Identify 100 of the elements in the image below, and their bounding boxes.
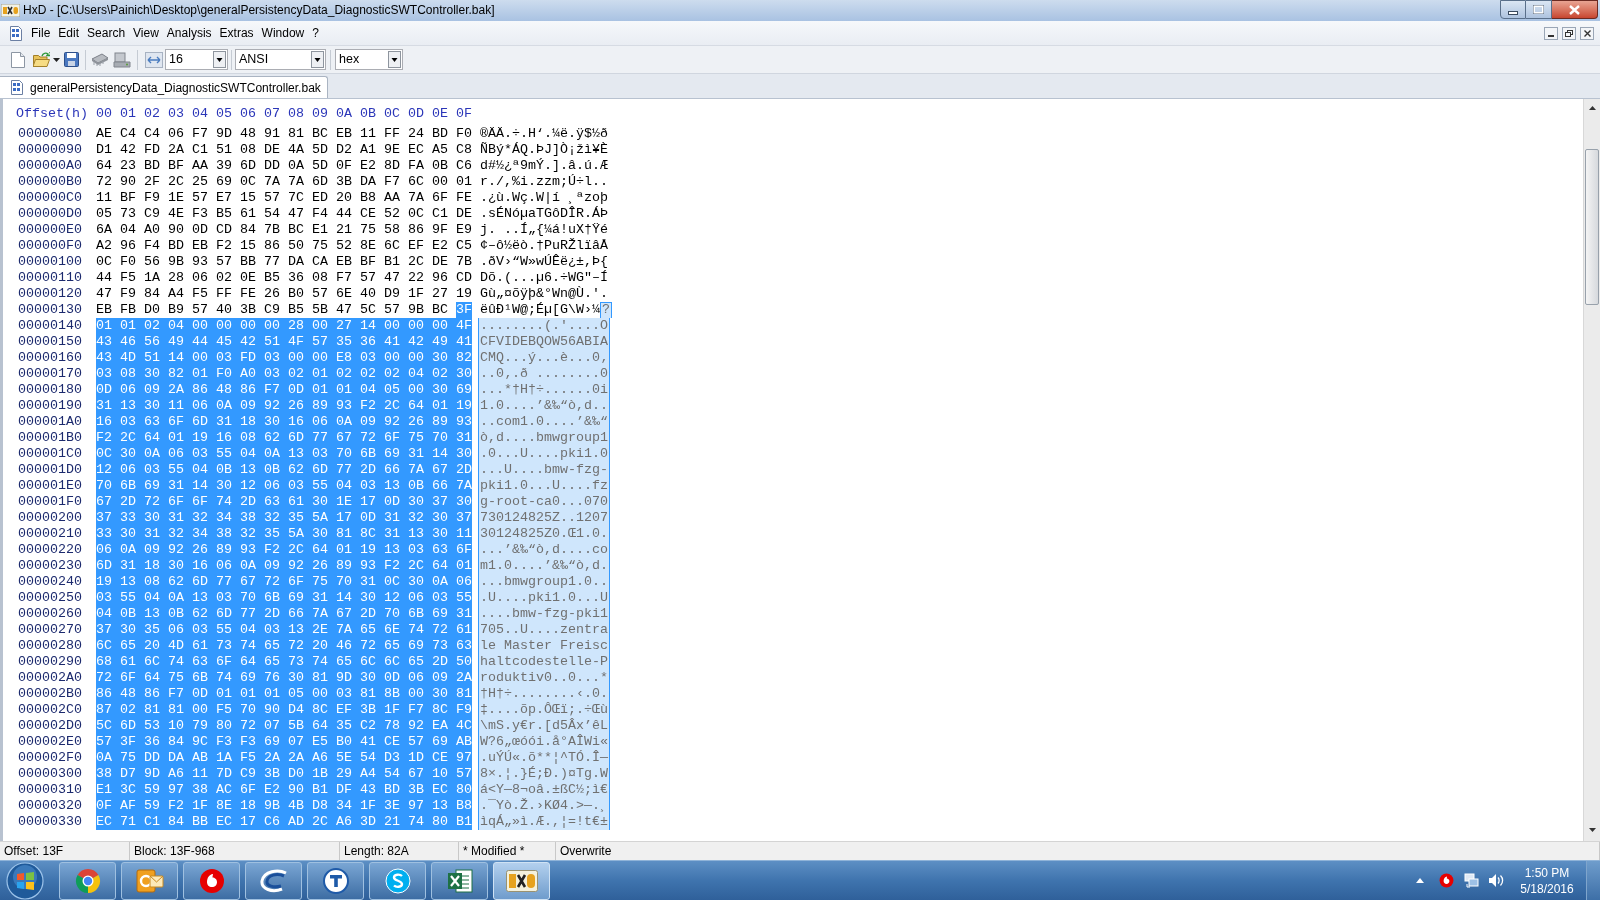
file-tab[interactable]: generalPersistencyData_DiagnosticSWTController.bak [0,76,328,98]
column-header: 0E [432,106,449,122]
bytes-per-row-button[interactable] [145,51,163,68]
window-title: HxD - [C:\Users\Painich\Desktop\generalPersistencyData_DiagnosticSWTController.bak] [23,3,495,18]
teardrop-circle-icon[interactable] [1439,873,1454,888]
offset-label: 00000080 [18,126,82,142]
taskbar-button[interactable] [307,861,364,900]
hex-bytes: 3F [455,302,472,318]
scrollbar-thumb[interactable] [1585,149,1599,305]
hex-bytes: 6A 04 A0 90 0D CD 84 7B BC E1 21 75 58 86 9F E9 [96,222,472,238]
taskbar-button[interactable] [493,861,550,900]
hex-bytes: F2 2C 64 01 19 16 08 62 6D 77 67 72 6F 75 70 31 [96,430,472,446]
ram-button[interactable] [91,52,109,67]
offset-label: 00000260 [18,606,82,622]
network-icon[interactable] [1464,873,1479,888]
close-button[interactable] [1552,0,1598,19]
menu-item[interactable]: ? [308,23,323,43]
show-hidden-icons-button[interactable] [1416,878,1424,883]
hex-bytes: 0C 30 0A 06 03 55 04 0A 13 03 70 6B 69 31 14 30 [96,446,472,462]
ansi-text: 1.0....’&‰“ò,d.. [478,398,610,414]
hex-bytes: 6C 65 20 4D 61 73 74 65 72 20 46 72 65 69 73 63 [96,638,472,654]
status-text: Overwrite [560,843,612,860]
offset-label: 00000160 [18,350,82,366]
offset-label: 00000090 [18,142,82,158]
app-logo-icon [505,869,538,892]
offset-label: 000000D0 [18,206,82,222]
minimize-button[interactable] [1500,0,1526,19]
open-file-button[interactable] [33,52,60,67]
hex-bytes: 67 2D 72 6F 6F 74 2D 63 61 30 1E 17 0D 30 37 30 [96,494,472,510]
menu-item[interactable]: View [129,23,163,43]
offset-label: 000000A0 [18,158,82,174]
ansi-text: d#½¿ª9mÝ.].â.ú.Æ [480,158,608,174]
ansi-text: .¯Yò.Ž.›KØ4.>—.¸ [478,798,610,814]
menu-item[interactable]: Window [257,23,309,43]
offset-label: 000002F0 [18,750,82,766]
offset-label: 00000100 [18,254,82,270]
ansi-text: roduktiv0..0...* [478,670,610,686]
ansi-text: ìqÁ„»ì.Æ.,¦=!t€± [478,814,610,830]
ansi-text: .0...U....pki1.0 [478,446,610,462]
offset-label: 00000310 [18,782,82,798]
hex-bytes: 06 0A 09 92 26 89 93 F2 2C 64 01 19 13 03 63 6F [96,542,472,558]
ansi-text: m1.0....’&‰“ò,d. [478,558,610,574]
disk-drive-icon [113,51,131,68]
ansi-text: CMQ...ý...è...0‚ [478,350,610,366]
hex-bytes: 11 BF F9 1E 57 E7 15 57 7C ED 20 B8 AA 7A 6F FE [96,190,472,206]
ansi-text: ò,d....bmwgroup1 [478,430,610,446]
ansi-text: 30124825Z0.Œ1.0. [478,526,610,542]
taskbar-button[interactable] [431,861,488,900]
offset-label: 00000150 [18,334,82,350]
bytes-per-row-dropdown[interactable]: 16 [165,49,228,70]
child-restore-button[interactable] [1562,26,1576,40]
menu-item[interactable]: Edit [54,23,84,43]
offset-label: 00000180 [18,382,82,398]
save-button[interactable] [64,52,79,67]
menu-item[interactable]: File [27,23,55,43]
offset-label: 000001C0 [18,446,82,462]
sectored-circle-icon [74,867,101,894]
taskbar-button[interactable] [369,861,426,900]
child-close-button[interactable] [1580,26,1594,40]
offset-label: 000001F0 [18,494,82,510]
offset-label: 000002B0 [18,686,82,702]
save-icon [64,52,79,67]
column-header: 01 [120,106,137,122]
hex-bytes: 72 6F 64 75 6B 74 69 76 30 81 9D 30 0D 06 09 2A [96,670,472,686]
hex-bytes: 5C 6D 53 10 79 80 72 07 5B 64 35 C2 78 92 EA 4C [96,718,472,734]
menu-item[interactable]: Analysis [162,23,216,43]
hex-bytes: 37 33 30 31 32 34 38 32 35 5A 17 0D 31 32 30 37 [96,510,472,526]
open-folder-icon [33,52,50,67]
column-header: 0D [408,106,425,122]
new-file-button[interactable] [11,51,25,68]
document-icon [10,25,22,41]
clock-button[interactable]: 1:50 PM 5/18/2016 [1518,864,1576,897]
column-header: 0F [456,106,473,122]
document-icon [11,80,23,95]
menu-item[interactable]: Search [83,23,130,43]
hex-bytes: 86 48 86 F7 0D 01 01 01 05 00 03 81 8B 00 30 81 [96,686,472,702]
ansi-text: ....bmw-fzg-pki1 [478,606,610,622]
column-header: 05 [216,106,233,122]
hex-bytes: E1 3C 59 97 38 AC 6F E2 90 B1 DF 43 BD 3B EC 80 [96,782,472,798]
hex-bytes: 87 02 81 81 00 F5 70 90 D4 8C EF 3B 1F F7 8C F9 [96,702,472,718]
taskbar-button[interactable] [183,861,240,900]
envelope-tile-icon [135,867,164,894]
caret-up-icon [1416,878,1424,883]
offset-label: 000001D0 [18,462,82,478]
child-minimize-button[interactable] [1544,26,1558,40]
ansi-text: g-root-ca0...070 [478,494,610,510]
start-button[interactable] [6,861,44,900]
offset-label: 00000280 [18,638,82,654]
ansi-text: ‡....õp.ÔŒï;.÷Œù [478,702,610,718]
menu-item[interactable]: Extras [215,23,258,43]
offset-label: 000001A0 [18,414,82,430]
offset-label: 000002C0 [18,702,82,718]
volume-icon[interactable] [1488,873,1504,888]
charset-dropdown[interactable]: ANSI [235,49,326,70]
disk-button[interactable] [113,51,131,68]
hex-bytes: 57 3F 36 84 9C F3 F3 69 07 E5 B0 41 CE 57 69 AB [96,734,472,750]
column-header: 04 [192,106,209,122]
maximize-button[interactable] [1526,0,1552,19]
taskbar-button[interactable] [245,861,302,900]
offset-base-dropdown[interactable]: hex [335,49,403,70]
